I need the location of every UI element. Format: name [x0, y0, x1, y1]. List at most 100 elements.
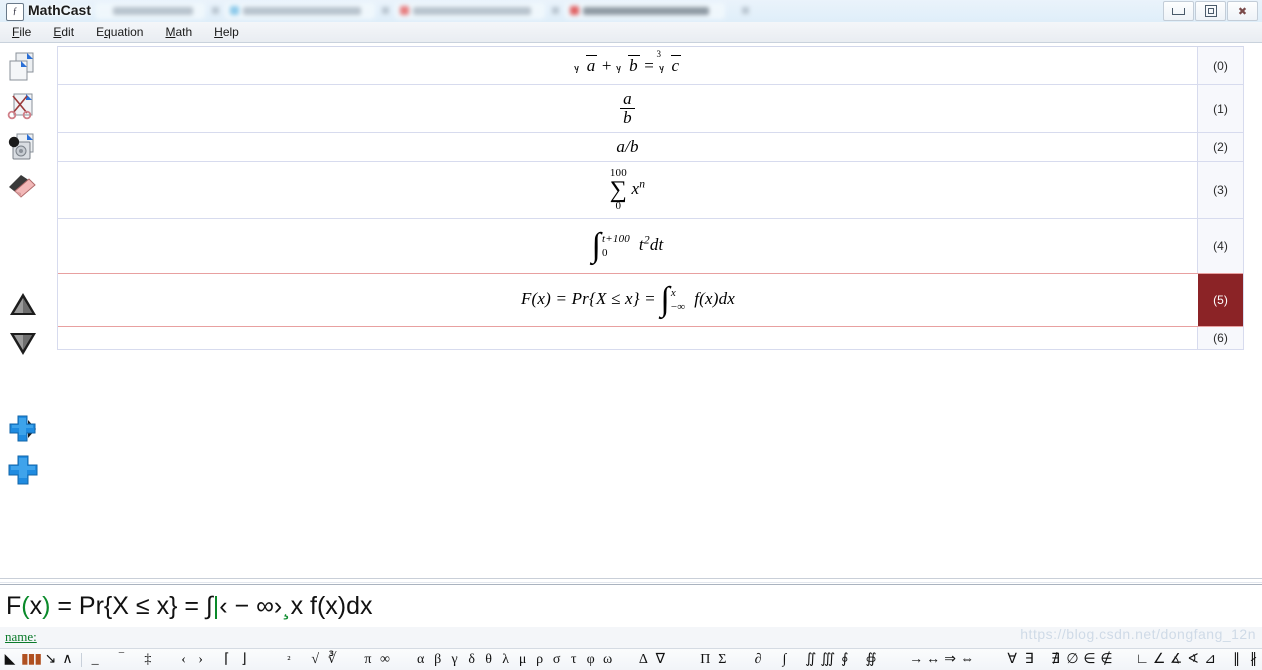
palette-symbol-emptyset[interactable]: ∅	[1064, 650, 1081, 670]
erase-button[interactable]	[5, 169, 41, 205]
equation-cell[interactable]: a + b = 3c	[58, 47, 1197, 84]
row-index: (3)	[1197, 162, 1243, 218]
palette-symbol-iff[interactable]: ⇔	[959, 650, 976, 670]
move-down-button[interactable]	[5, 325, 41, 361]
palette-symbol-omega[interactable]: ω	[599, 650, 616, 670]
palette-symbol-double-integral[interactable]: ∬	[802, 650, 819, 670]
equation-list[interactable]: a + b = 3c (0) ab (1) a/b (2) 100 ∑ 0 xn…	[57, 46, 1244, 350]
restore-button[interactable]	[1195, 1, 1226, 21]
palette-symbol-theta[interactable]: θ	[480, 650, 497, 670]
menu-equation[interactable]: Equation	[86, 23, 153, 41]
palette-symbol-rho[interactable]: ρ	[531, 650, 548, 670]
symbol-palette[interactable]: ◣ ▮▮▮ ↘ ∧ _ ‾ ‡ ‹ › ⌈ ⌋ ² √ ∛ π ∞ α β γ …	[0, 648, 1262, 670]
palette-symbol-overline[interactable]: ‾	[113, 650, 130, 670]
palette-icon-matrix[interactable]: ▮▮▮	[20, 650, 42, 670]
palette-symbol-triple-integral[interactable]: ∭	[819, 650, 836, 670]
copy-button[interactable]	[5, 49, 41, 85]
palette-symbol-not-element-of[interactable]: ∉	[1098, 650, 1115, 670]
palette-symbol-alpha[interactable]: α	[412, 650, 429, 670]
palette-symbol-lceil[interactable]: ⌈	[218, 650, 235, 670]
equation-cell[interactable]: 100 ∑ 0 xn	[58, 162, 1197, 218]
equation-cell[interactable]: F(x) = Pr{X ≤ x} = ∫ x −∞ f(x)dx	[58, 274, 1198, 326]
equation-cell-empty[interactable]	[58, 327, 1197, 349]
linear-editor-row[interactable]: F(x) = Pr{X ≤ x} = ∫|‹ − ∞›¸x f(x)dx	[0, 584, 1262, 628]
palette-symbol-underscore[interactable]: _	[87, 650, 104, 670]
palette-symbol-Pi[interactable]: Π	[697, 650, 714, 670]
table-row[interactable]: a/b (2)	[58, 133, 1243, 162]
palette-symbol-underbrace[interactable]: ↘	[42, 650, 59, 670]
palette-symbol-pi[interactable]: π	[359, 650, 376, 670]
equation-input[interactable]: F(x) = Pr{X ≤ x} = ∫|‹ − ∞›¸x f(x)dx	[0, 592, 373, 621]
palette-symbol-delta[interactable]: δ	[463, 650, 480, 670]
cut-button[interactable]	[5, 89, 41, 125]
palette-symbol-Sigma[interactable]: Σ	[714, 650, 731, 670]
palette-symbol-integral[interactable]: ∫	[776, 650, 793, 670]
palette-symbol-infinity[interactable]: ∞	[376, 650, 393, 670]
move-up-button[interactable]	[5, 287, 41, 323]
palette-symbol-gamma[interactable]: γ	[446, 650, 463, 670]
integral-differential: dt	[649, 234, 664, 254]
palette-symbol-beta[interactable]: β	[429, 650, 446, 670]
palette-symbol-mu[interactable]: μ	[514, 650, 531, 670]
table-row[interactable]: ab (1)	[58, 85, 1243, 133]
palette-symbol-parallel[interactable]: ∥	[1228, 650, 1245, 670]
menu-help[interactable]: Help	[204, 23, 249, 41]
close-icon: ✖	[1237, 5, 1248, 18]
main-area: a + b = 3c (0) ab (1) a/b (2) 100 ∑ 0 xn…	[0, 43, 1262, 578]
palette-symbol-sqrt[interactable]: √	[307, 650, 324, 670]
table-row[interactable]: (6)	[58, 327, 1243, 349]
paste-button[interactable]	[5, 129, 41, 165]
palette-symbol-not-parallel[interactable]: ∦	[1245, 650, 1262, 670]
palette-symbol-right-arrow[interactable]: →	[908, 650, 925, 670]
close-button[interactable]: ✖	[1227, 1, 1258, 21]
palette-symbol-Delta[interactable]: Δ	[635, 650, 652, 670]
palette-symbol-spherical-angle[interactable]: ∢	[1185, 650, 1202, 670]
equation-cell[interactable]: ∫ t+100 0 t2dt	[58, 219, 1197, 273]
palette-symbol-right-angle[interactable]: ∟	[1134, 650, 1151, 670]
palette-symbol-partial[interactable]: ∂	[750, 650, 767, 670]
palette-symbol-angle[interactable]: ∠	[1151, 650, 1168, 670]
palette-symbol-contour-integral[interactable]: ∮	[836, 650, 853, 670]
palette-symbol-square[interactable]: ²	[280, 650, 297, 670]
palette-symbol-rfloor[interactable]: ⌋	[235, 650, 252, 670]
palette-symbol-not-exists[interactable]: ∄	[1047, 650, 1064, 670]
palette-symbol-left-right-arrow[interactable]: ↔	[925, 650, 942, 670]
palette-symbol-triangle-ruler[interactable]: ⊿	[1202, 650, 1219, 670]
palette-symbol-tau[interactable]: τ	[565, 650, 582, 670]
menu-edit[interactable]: Edit	[43, 23, 84, 41]
palette-symbol-cbrt[interactable]: ∛	[324, 650, 341, 670]
palette-symbol-rangle[interactable]: ›	[192, 650, 209, 670]
fraction-denominator: b	[620, 108, 635, 127]
insert-after-button[interactable]	[5, 411, 41, 447]
equation-cell[interactable]: ab	[58, 85, 1197, 132]
palette-symbol-measured-angle[interactable]: ∡	[1168, 650, 1185, 670]
palette-symbol-forall[interactable]: ∀	[1004, 650, 1021, 670]
table-row[interactable]: 100 ∑ 0 xn (3)	[58, 162, 1243, 219]
menu-file[interactable]: File	[2, 23, 41, 41]
palette-symbol-sigma[interactable]: σ	[548, 650, 565, 670]
row-index: (6)	[1197, 327, 1243, 349]
palette-symbol-hat[interactable]: ∧	[59, 650, 76, 670]
sum-lower-limit: 0	[615, 200, 622, 213]
table-row[interactable]: a + b = 3c (0)	[58, 47, 1243, 85]
name-label: name:	[5, 629, 37, 644]
palette-symbol-lambda[interactable]: λ	[497, 650, 514, 670]
palette-symbol-langle[interactable]: ‹	[175, 650, 192, 670]
palette-symbol-surface-integral[interactable]: ∯	[863, 650, 880, 670]
palette-symbol-element-of[interactable]: ∈	[1081, 650, 1098, 670]
palette-symbol-nabla[interactable]: ∇	[652, 650, 669, 670]
equation-cell[interactable]: a/b	[58, 133, 1197, 161]
palette-icon-corner[interactable]: ◣	[0, 650, 20, 670]
palette-symbol-exists[interactable]: ∃	[1021, 650, 1038, 670]
table-row[interactable]: ∫ t+100 0 t2dt (4)	[58, 219, 1243, 274]
palette-symbol-implies[interactable]: ⇒	[942, 650, 959, 670]
cdf-body: f(x)dx	[694, 288, 736, 308]
minimize-button[interactable]	[1163, 1, 1194, 21]
menu-math[interactable]: Math	[155, 23, 202, 41]
watermark: https://blog.csdn.net/dongfang_12n	[1020, 626, 1256, 642]
table-row-selected[interactable]: F(x) = Pr{X ≤ x} = ∫ x −∞ f(x)dx (5)	[58, 273, 1243, 327]
app-title: MathCast	[28, 2, 92, 18]
palette-symbol-phi[interactable]: φ	[582, 650, 599, 670]
add-equation-button[interactable]	[5, 451, 41, 487]
palette-symbol-doubledagger[interactable]: ‡	[139, 650, 156, 670]
